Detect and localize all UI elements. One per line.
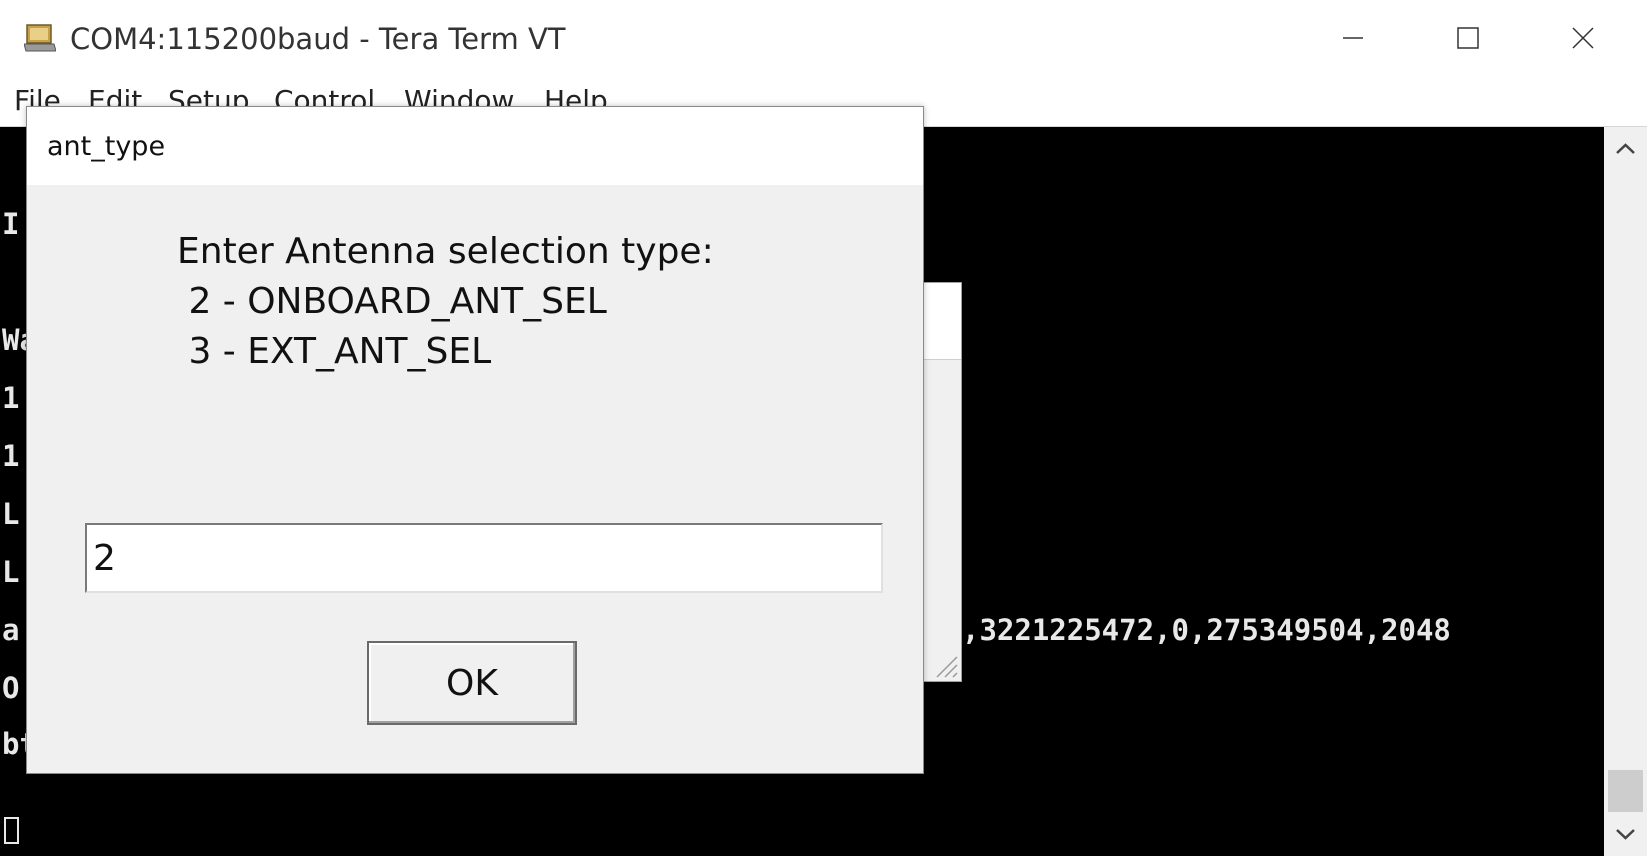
terminal-line: 1 xyxy=(2,439,20,473)
tera-term-app-icon xyxy=(24,24,56,52)
scroll-thumb[interactable] xyxy=(1608,770,1643,812)
dialog-title: ant_type xyxy=(47,131,166,162)
terminal-line: O xyxy=(2,671,20,705)
title-bar: COM4:115200baud - Tera Term VT xyxy=(0,0,1647,78)
ok-button[interactable]: OK xyxy=(367,641,577,725)
maximize-icon xyxy=(1457,27,1479,49)
terminal-line: a xyxy=(2,613,20,647)
vertical-scrollbar[interactable] xyxy=(1604,127,1647,856)
prompt-line: Enter Antenna selection type: xyxy=(177,231,714,272)
terminal-line: L xyxy=(2,497,20,531)
prompt-line: 3 - EXT_ANT_SEL xyxy=(177,331,492,372)
minimize-button[interactable] xyxy=(1305,0,1401,78)
prompt-line: 2 - ONBOARD_ANT_SEL xyxy=(177,281,607,322)
terminal-line: I xyxy=(2,207,20,241)
minimize-icon xyxy=(1343,37,1363,39)
terminal-cursor xyxy=(4,817,19,844)
scroll-up-arrow-icon[interactable] xyxy=(1604,127,1647,171)
terminal-line: L xyxy=(2,555,20,589)
scroll-down-arrow-icon[interactable] xyxy=(1604,812,1647,856)
dialog-prompt: Enter Antenna selection type: 2 - ONBOAR… xyxy=(177,227,714,377)
maximize-button[interactable] xyxy=(1420,0,1516,78)
ant-type-dialog: ant_type Enter Antenna selection type: 2… xyxy=(26,106,924,774)
resize-grip-icon[interactable] xyxy=(929,649,959,679)
close-button[interactable] xyxy=(1535,0,1631,78)
terminal-line: 1 xyxy=(2,381,20,415)
antenna-type-input[interactable] xyxy=(85,523,883,593)
dialog-title-bar[interactable]: ant_type xyxy=(27,107,923,185)
terminal-line-suffix: ,3221225472,0,275349504,2048 xyxy=(962,613,1451,647)
close-icon xyxy=(1572,27,1594,49)
window-title: COM4:115200baud - Tera Term VT xyxy=(70,22,566,56)
